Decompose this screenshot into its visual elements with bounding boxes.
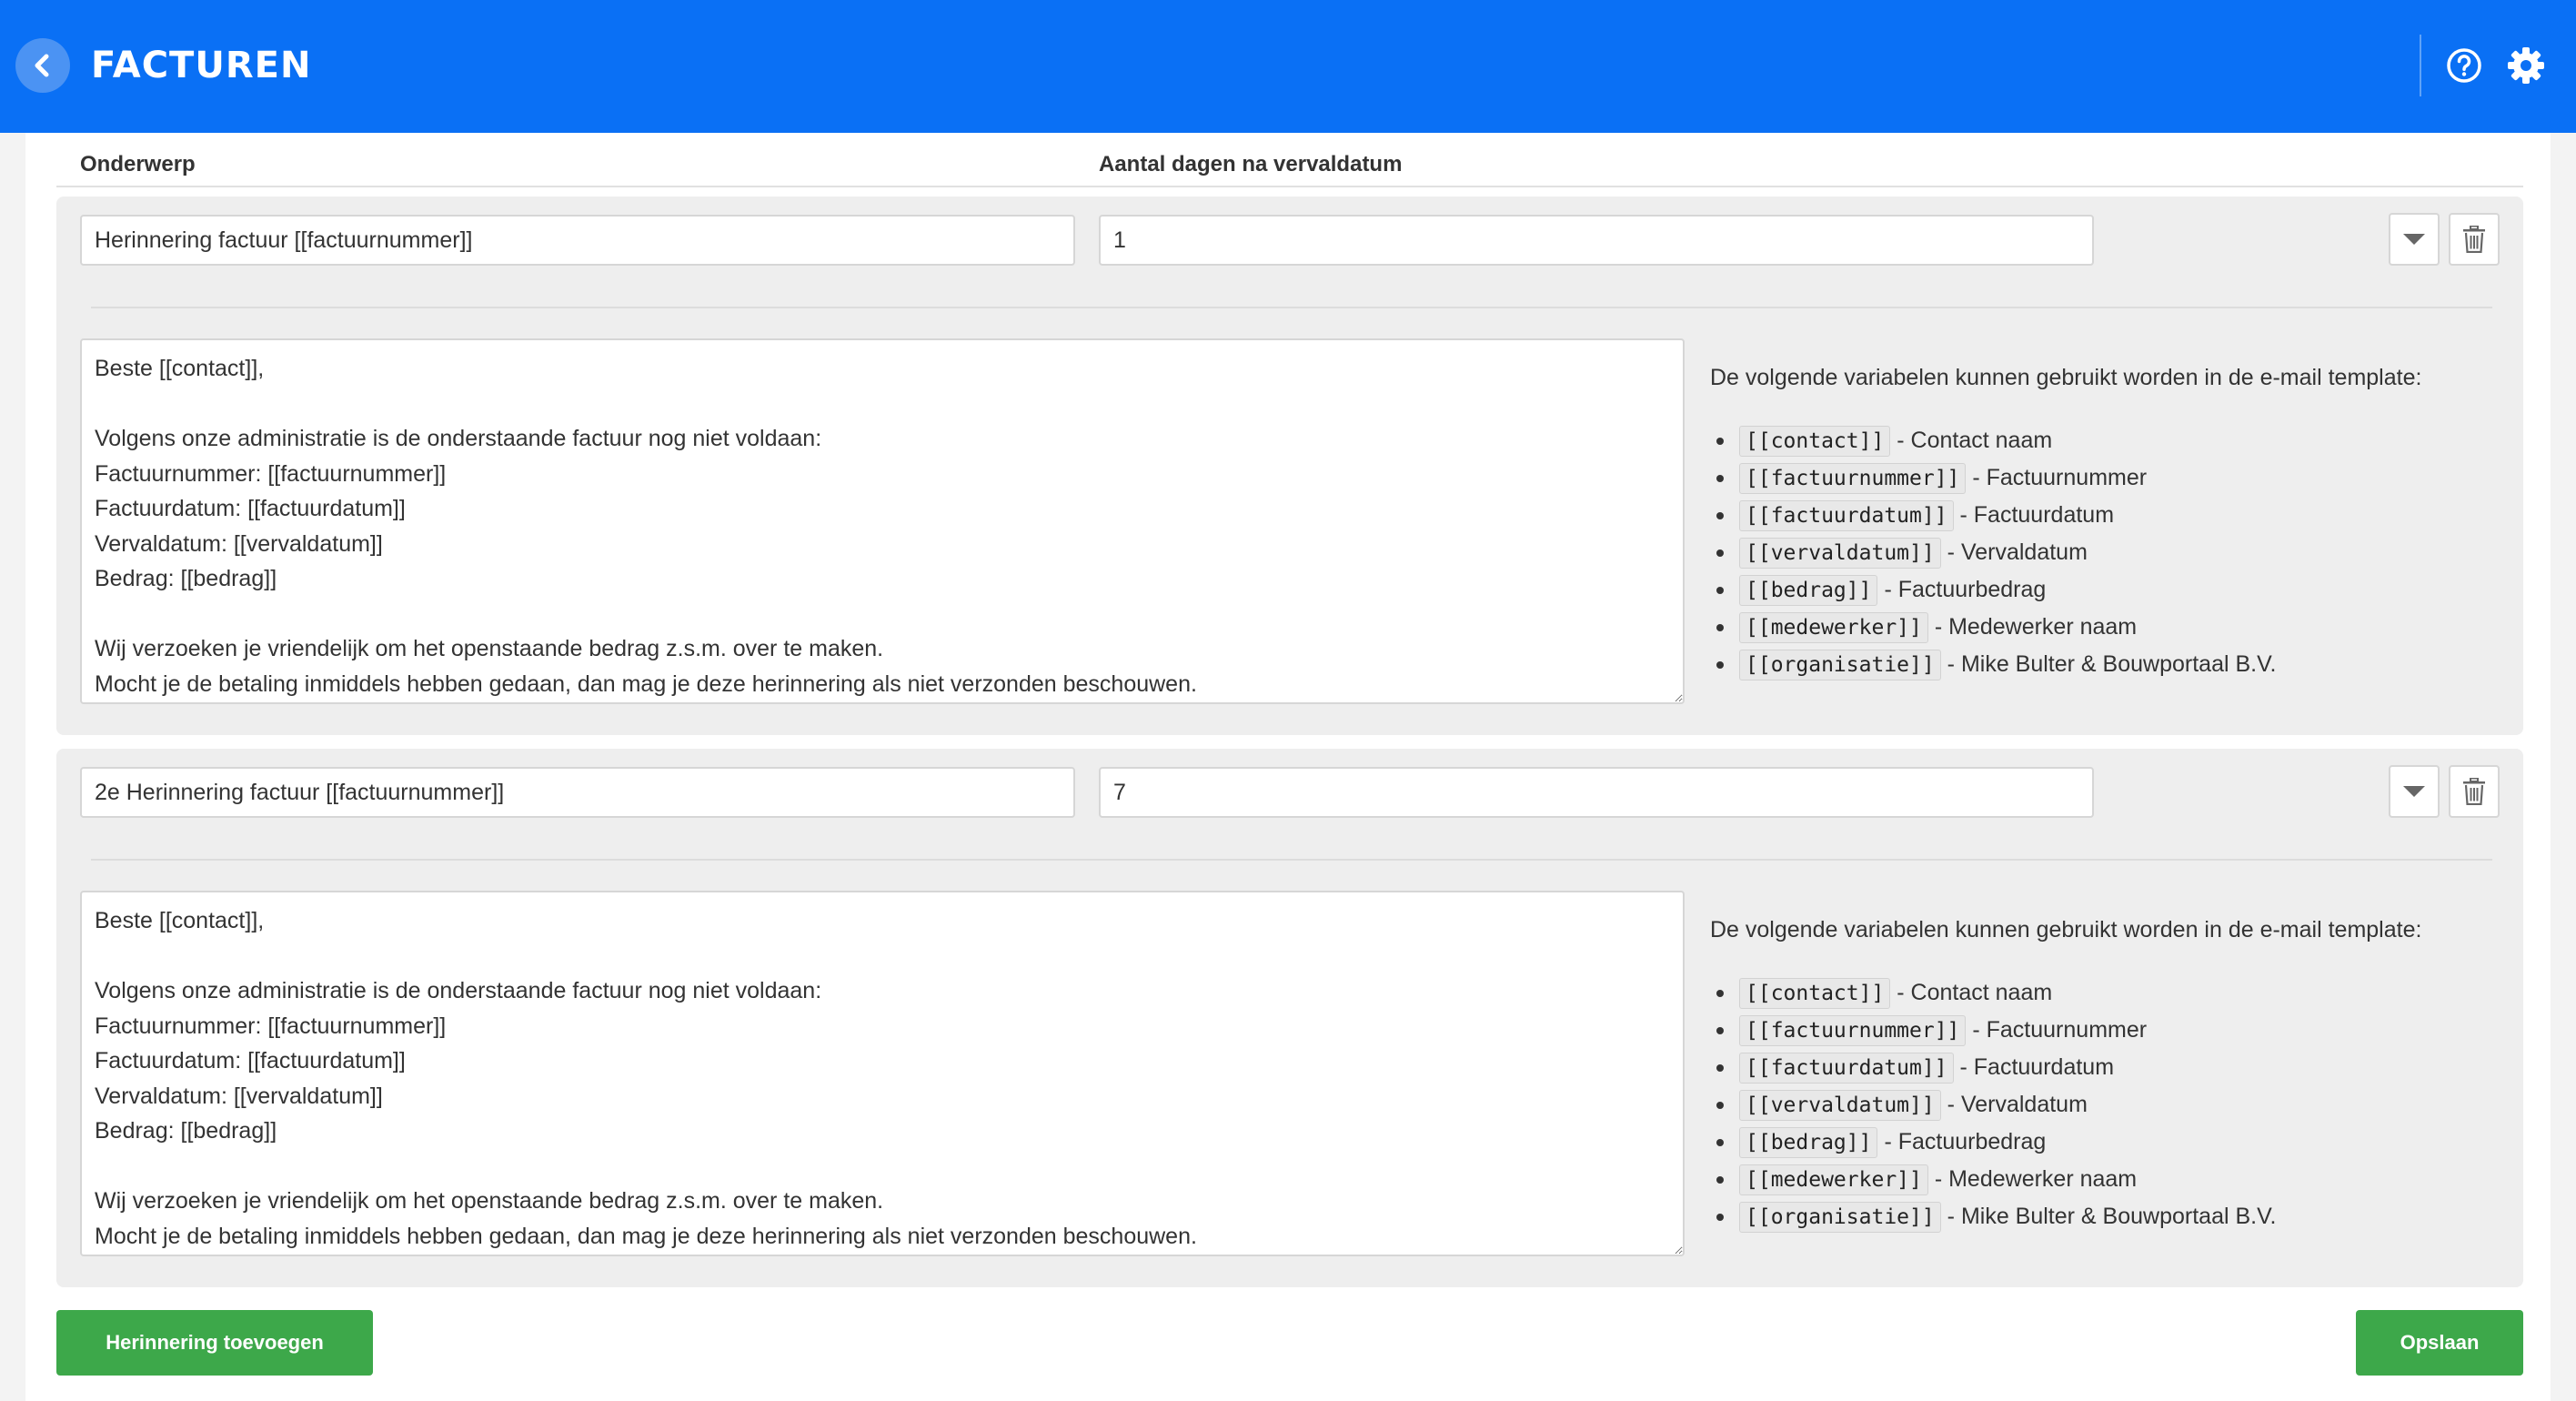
variable-item: [[contact]] - Contact naam: [1710, 422, 2511, 459]
variable-description: - Mike Bulter & Bouwportaal B.V.: [1947, 651, 2277, 677]
variable-code: [[contact]]: [1739, 426, 1891, 457]
variable-code: [[medewerker]]: [1739, 1164, 1928, 1195]
variable-item: [[factuurnummer]] - Factuurnummer: [1710, 1012, 2511, 1049]
email-body-textarea[interactable]: Beste [[contact]], Volgens onze administ…: [80, 891, 1685, 1256]
top-bar: FACTUREN: [0, 0, 2576, 133]
variables-list: [[contact]] - Contact naam [[factuurnumm…: [1710, 422, 2511, 683]
add-reminder-button[interactable]: Herinnering toevoegen: [56, 1310, 373, 1376]
block-divider: [91, 307, 2492, 308]
expand-toggle-button[interactable]: [2389, 765, 2440, 818]
variable-item: [[factuurdatum]] - Factuurdatum: [1710, 1049, 2511, 1086]
variable-description: - Vervaldatum: [1947, 1092, 2088, 1117]
variable-code: [[factuurdatum]]: [1739, 1053, 1954, 1084]
variable-item: [[organisatie]] - Mike Bulter & Bouwport…: [1710, 646, 2511, 683]
help-icon[interactable]: [2446, 47, 2482, 84]
variable-description: - Factuurdatum: [1959, 502, 2115, 528]
page-title: FACTUREN: [91, 45, 312, 86]
variable-description: - Factuurdatum: [1959, 1054, 2115, 1080]
variable-code: [[organisatie]]: [1739, 650, 1941, 680]
variables-intro: De volgende variabelen kunnen gebruikt w…: [1710, 917, 2422, 942]
variable-item: [[factuurnummer]] - Factuurnummer: [1710, 459, 2511, 497]
subject-input[interactable]: [80, 215, 1075, 266]
variable-description: - Factuurnummer: [1972, 1017, 2148, 1043]
days-input[interactable]: [1099, 215, 2094, 266]
variable-description: - Factuurbedrag: [1884, 1129, 2047, 1154]
variable-description: - Factuurbedrag: [1884, 577, 2047, 602]
delete-button[interactable]: [2449, 765, 2500, 818]
variable-code: [[contact]]: [1739, 978, 1891, 1009]
delete-button[interactable]: [2449, 213, 2500, 266]
variables-panel: De volgende variabelen kunnen gebruikt w…: [1710, 903, 2511, 1235]
variable-description: - Mike Bulter & Bouwportaal B.V.: [1947, 1204, 2277, 1229]
variables-list: [[contact]] - Contact naam [[factuurnumm…: [1710, 974, 2511, 1235]
variable-code: [[medewerker]]: [1739, 612, 1928, 643]
block-divider: [91, 859, 2492, 861]
variable-code: [[factuurdatum]]: [1739, 500, 1954, 531]
subject-input[interactable]: [80, 767, 1075, 818]
variable-description: - Factuurnummer: [1972, 465, 2148, 490]
variable-description: - Contact naam: [1897, 980, 2053, 1005]
variable-description: - Medewerker naam: [1934, 614, 2138, 640]
days-input[interactable]: [1099, 767, 2094, 818]
toolbar-divider: [2420, 35, 2421, 96]
variable-item: [[bedrag]] - Factuurbedrag: [1710, 571, 2511, 609]
column-header-days: Aantal dagen na vervaldatum: [1099, 152, 1403, 176]
save-button[interactable]: Opslaan: [2356, 1310, 2523, 1376]
variable-item: [[organisatie]] - Mike Bulter & Bouwport…: [1710, 1198, 2511, 1235]
variable-code: [[vervaldatum]]: [1739, 1090, 1941, 1121]
caret-down-icon: [2403, 786, 2425, 797]
variable-code: [[bedrag]]: [1739, 1127, 1878, 1158]
trash-icon: [2463, 226, 2485, 253]
variable-item: [[vervaldatum]] - Vervaldatum: [1710, 1086, 2511, 1124]
variable-description: - Contact naam: [1897, 428, 2053, 453]
variable-code: [[bedrag]]: [1739, 575, 1878, 606]
column-header-subject: Onderwerp: [80, 152, 196, 176]
caret-down-icon: [2403, 234, 2425, 245]
variable-item: [[vervaldatum]] - Vervaldatum: [1710, 534, 2511, 571]
email-body-textarea[interactable]: Beste [[contact]], Volgens onze administ…: [80, 338, 1685, 704]
reminder-block: Beste [[contact]], Volgens onze administ…: [56, 749, 2523, 1287]
back-button[interactable]: [15, 38, 70, 93]
variables-intro: De volgende variabelen kunnen gebruikt w…: [1710, 365, 2422, 390]
variable-item: [[medewerker]] - Medewerker naam: [1710, 609, 2511, 646]
gear-icon[interactable]: [2507, 46, 2545, 85]
variable-item: [[bedrag]] - Factuurbedrag: [1710, 1124, 2511, 1161]
variable-item: [[factuurdatum]] - Factuurdatum: [1710, 497, 2511, 534]
expand-toggle-button[interactable]: [2389, 213, 2440, 266]
variable-item: [[medewerker]] - Medewerker naam: [1710, 1161, 2511, 1198]
variable-code: [[factuurnummer]]: [1739, 463, 1967, 494]
trash-icon: [2463, 778, 2485, 805]
header-divider: [56, 186, 2523, 187]
reminder-block: Beste [[contact]], Volgens onze administ…: [56, 197, 2523, 735]
variables-panel: De volgende variabelen kunnen gebruikt w…: [1710, 351, 2511, 683]
variable-item: [[contact]] - Contact naam: [1710, 974, 2511, 1012]
variable-description: - Vervaldatum: [1947, 539, 2088, 565]
variable-code: [[factuurnummer]]: [1739, 1015, 1967, 1046]
chevron-left-icon: [35, 54, 49, 77]
variable-code: [[vervaldatum]]: [1739, 538, 1941, 569]
variable-code: [[organisatie]]: [1739, 1202, 1941, 1233]
variable-description: - Medewerker naam: [1934, 1166, 2138, 1192]
